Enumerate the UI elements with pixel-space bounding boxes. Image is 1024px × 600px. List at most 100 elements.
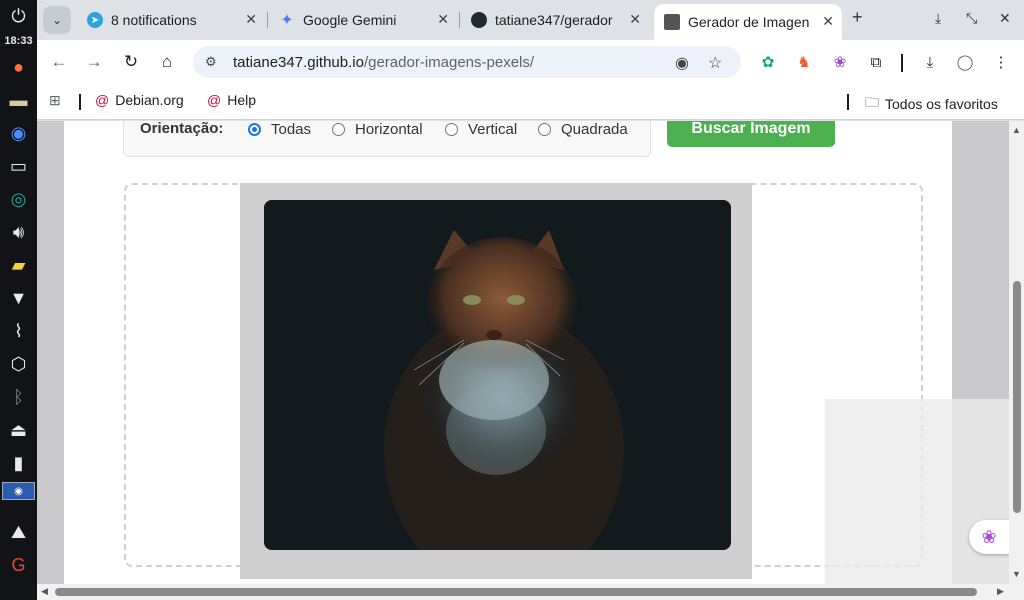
tab-bar: ⌄ ➤ 8 notifications ✕ ✦ Google Gemini ✕ …: [37, 0, 1024, 40]
close-icon[interactable]: ✕: [822, 13, 834, 30]
profile-icon[interactable]: ◯: [955, 52, 975, 72]
reload-button[interactable]: ↻: [119, 50, 143, 74]
radio-quadrada[interactable]: Quadrada: [538, 121, 628, 138]
bluetooth-icon[interactable]: ᛒ: [0, 381, 37, 414]
github-icon: [471, 12, 487, 28]
orientation-label: Orientação:: [140, 121, 224, 137]
tab-title: Gerador de Imagens: [688, 14, 810, 30]
vertical-scrollbar[interactable]: ▲ ▼: [1009, 121, 1024, 584]
apps-icon[interactable]: ⊞: [49, 92, 61, 109]
orientation-filter: Orientação: Todas Horizontal Vertical Qu…: [123, 121, 651, 157]
floating-assistant-button[interactable]: ❀: [969, 520, 1009, 554]
overlay-panel: [825, 399, 1009, 584]
close-icon[interactable]: ✕: [629, 11, 641, 28]
url-path: /gerador-imagens-pexels/: [363, 53, 535, 71]
arrow-left-icon: ←: [50, 52, 68, 71]
home-icon: ⌂: [161, 52, 173, 71]
brain-icon: ❀: [981, 526, 997, 547]
eye-icon[interactable]: ◉: [675, 53, 689, 73]
debian-icon: @: [95, 92, 110, 108]
folder-icon: 🗀︎: [865, 94, 879, 110]
radio-dot[interactable]: [538, 123, 551, 136]
chatgpt-extension-icon[interactable]: ✿: [758, 52, 778, 72]
cat-photo: [264, 200, 731, 550]
url-host: tatiane347.github.io: [233, 53, 364, 71]
tab-search-button[interactable]: ⌄: [43, 6, 71, 34]
close-icon[interactable]: ✕: [437, 11, 449, 28]
tab-github[interactable]: tatiane347/gerador ✕: [461, 6, 649, 34]
tab-gerador[interactable]: Gerador de Imagens ✕: [654, 4, 842, 40]
address-bar[interactable]: ⚙ tatiane347.github.io/gerador-imagens-p…: [193, 46, 741, 78]
site-icon: [664, 14, 680, 30]
scroll-left-icon[interactable]: ◀: [41, 586, 48, 597]
radio-horizontal[interactable]: Horizontal: [332, 121, 423, 138]
system-panel: ⏻ 18:33 ● ▬ ◉ ▭ ◎ 🔊︎ ▰ ▼ ⌇ ⬡ ᛒ ⏏ ▮ ◉ ⛰ G: [0, 0, 37, 600]
google-icon[interactable]: G: [0, 549, 37, 582]
bookmarks-bar: ⊞ @ Debian.org @ Help 🗀︎ Todos os favori…: [37, 84, 1024, 120]
star-icon[interactable]: ☆: [708, 53, 722, 73]
chevron-down-icon: ⌄: [51, 13, 63, 27]
site-settings-icon[interactable]: ⚙: [205, 54, 223, 70]
radio-dot[interactable]: [445, 123, 458, 136]
forward-button[interactable]: →: [82, 50, 106, 74]
power-icon[interactable]: ⏻: [0, 0, 37, 33]
files-icon[interactable]: ▬: [0, 84, 37, 117]
attachment-icon[interactable]: ⌇: [0, 315, 37, 348]
close-icon[interactable]: ✕: [245, 11, 257, 28]
radio-label: Vertical: [468, 121, 518, 138]
vertical-scroll-thumb[interactable]: [1013, 281, 1021, 513]
radio-label: Todas: [271, 121, 312, 138]
scroll-down-icon[interactable]: ▼: [1012, 569, 1021, 579]
tab-title: Google Gemini: [303, 12, 397, 28]
arrow-right-icon: →: [85, 52, 103, 71]
restore-icon[interactable]: ⤡: [966, 10, 977, 27]
gemini-icon: ✦: [280, 12, 294, 29]
menu-icon[interactable]: ⋮: [991, 52, 1011, 72]
download-icon[interactable]: ⤓: [935, 10, 941, 27]
firefox-icon[interactable]: ●: [0, 51, 37, 84]
extensions-icon[interactable]: ⧉: [866, 52, 886, 72]
bookmark-debian[interactable]: @ Debian.org: [95, 92, 184, 108]
browser-icon[interactable]: ◎: [0, 183, 37, 216]
bookmark-label: Debian.org: [115, 92, 184, 108]
radio-vertical[interactable]: Vertical: [445, 121, 517, 138]
scroll-up-icon[interactable]: ▲: [1012, 125, 1021, 135]
radio-dot[interactable]: [332, 123, 345, 136]
notes-icon[interactable]: ▰: [0, 249, 37, 282]
all-bookmarks[interactable]: 🗀︎ Todos os favoritos: [865, 92, 998, 116]
chess-extension-icon[interactable]: ♞: [794, 52, 814, 72]
new-tab-button[interactable]: +: [852, 7, 863, 28]
horizontal-scrollbar[interactable]: ◀ ▶: [37, 584, 1024, 600]
brain-extension-icon[interactable]: ❀: [830, 52, 850, 72]
tab-telegram[interactable]: ➤ 8 notifications ✕: [77, 6, 265, 34]
terminal-icon[interactable]: ▭: [0, 150, 37, 183]
bookmark-label: Help: [227, 92, 257, 108]
navigation-toolbar: ← → ↻ ⌂ ⚙ tatiane347.github.io/gerador-i…: [37, 40, 1024, 84]
all-bookmarks-label: Todos os favoritos: [885, 96, 998, 112]
result-image[interactable]: [264, 200, 731, 550]
chromium-active-icon[interactable]: ◉: [2, 482, 35, 500]
telegram-icon: ➤: [87, 12, 103, 28]
url-text[interactable]: tatiane347.github.io/gerador-imagens-pex…: [233, 54, 534, 71]
bookmark-help[interactable]: @ Help: [207, 92, 256, 108]
chromium-icon[interactable]: ◉: [0, 117, 37, 150]
radio-todas[interactable]: Todas: [248, 121, 311, 138]
monitor-icon[interactable]: ⛰: [0, 516, 37, 549]
back-button[interactable]: ←: [47, 50, 71, 74]
close-window-icon[interactable]: ✕: [999, 10, 1011, 27]
volume-icon[interactable]: 🔊︎: [0, 216, 37, 249]
tab-title: 8 notifications: [111, 12, 197, 28]
radio-label: Quadrada: [561, 121, 628, 138]
eject-icon[interactable]: ⏏: [0, 414, 37, 447]
radio-dot[interactable]: [248, 123, 261, 136]
horizontal-scroll-thumb[interactable]: [55, 588, 977, 596]
search-image-button[interactable]: Buscar Imagem: [667, 121, 835, 147]
downloads-icon[interactable]: ⤓: [920, 52, 940, 72]
tab-gemini[interactable]: ✦ Google Gemini ✕: [269, 6, 457, 34]
package-icon[interactable]: ⬡: [0, 348, 37, 381]
clipboard-icon[interactable]: ▮: [0, 447, 37, 480]
wifi-icon[interactable]: ▼: [0, 282, 37, 315]
home-button[interactable]: ⌂: [155, 50, 179, 74]
scroll-right-icon[interactable]: ▶: [997, 586, 1004, 597]
radio-label: Horizontal: [355, 121, 423, 138]
